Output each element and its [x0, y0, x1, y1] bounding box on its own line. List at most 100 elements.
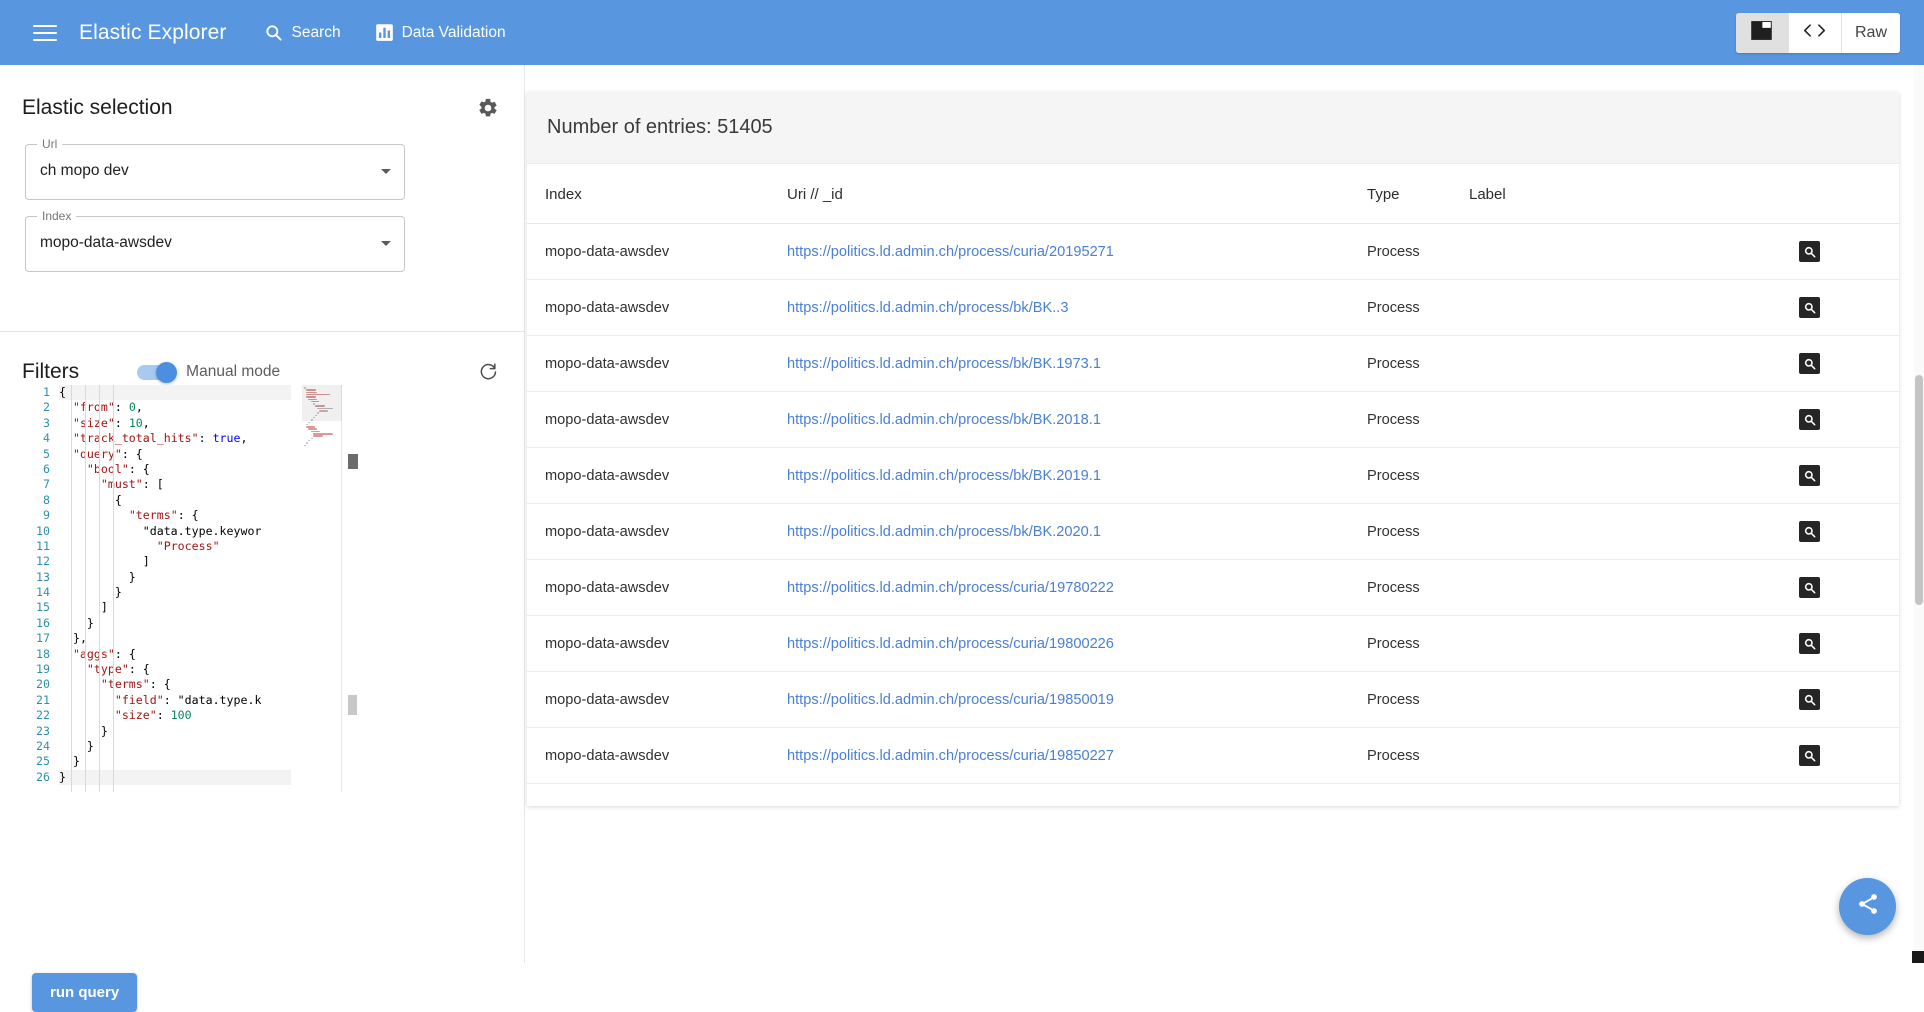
uri-link[interactable]: https://politics.ld.admin.ch/process/bk/… — [787, 300, 1068, 316]
code-line[interactable]: 14 } — [25, 585, 291, 600]
hamburger-menu-icon[interactable] — [33, 19, 61, 47]
minimap-line — [313, 435, 323, 437]
query-code-editor[interactable]: 1{2 "from": 0,3 "size": 10,4 "track_tota… — [25, 385, 291, 792]
uri-link[interactable]: https://politics.ld.admin.ch/process/cur… — [787, 692, 1114, 708]
index-select[interactable]: Index mopo-data-awsdev — [25, 216, 405, 272]
inspect-row-button[interactable] — [1799, 689, 1820, 710]
code-line-number: 26 — [25, 770, 59, 785]
code-line-number: 7 — [25, 477, 59, 492]
inspect-row-button[interactable] — [1799, 745, 1820, 766]
code-line-number: 14 — [25, 585, 59, 600]
page-scrollbar-thumb[interactable] — [1915, 375, 1923, 605]
code-line[interactable]: 13 } — [25, 570, 291, 585]
table-row[interactable]: mopo-data-awsdevhttps://politics.ld.admi… — [527, 728, 1899, 784]
code-line[interactable]: 8 { — [25, 493, 291, 508]
view-mode-code-button[interactable] — [1789, 13, 1842, 53]
share-fab-button[interactable] — [1839, 878, 1896, 935]
inspect-row-button[interactable] — [1799, 465, 1820, 486]
table-row[interactable]: mopo-data-awsdevhttps://politics.ld.admi… — [527, 672, 1899, 728]
code-line[interactable]: 9 "terms": { — [25, 508, 291, 523]
chevron-down-icon[interactable] — [381, 169, 391, 174]
column-header-index[interactable]: Index — [527, 164, 787, 224]
code-line[interactable]: 23 } — [25, 724, 291, 739]
uri-link[interactable]: https://politics.ld.admin.ch/process/cur… — [787, 636, 1114, 652]
url-select[interactable]: Url ch mopo dev — [25, 144, 405, 200]
table-row[interactable]: mopo-data-awsdevhttps://politics.ld.admi… — [527, 224, 1899, 280]
chevron-down-icon[interactable] — [381, 241, 391, 246]
inspect-row-button[interactable] — [1799, 297, 1820, 318]
filters-header: Filters Manual mode — [0, 355, 525, 389]
code-line[interactable]: 11 "Process" — [25, 539, 291, 554]
view-mode-panel-button[interactable] — [1736, 13, 1789, 53]
table-row[interactable]: mopo-data-awsdevhttps://politics.ld.admi… — [527, 392, 1899, 448]
code-line[interactable]: 26} — [25, 770, 291, 785]
table-row[interactable]: mopo-data-awsdevhttps://politics.ld.admi… — [527, 616, 1899, 672]
code-line[interactable]: 25 } — [25, 754, 291, 769]
inspect-row-button[interactable] — [1799, 577, 1820, 598]
cell-type: Process — [1367, 728, 1469, 784]
view-mode-raw-button[interactable]: Raw — [1842, 13, 1900, 53]
filters-title: Filters — [22, 360, 79, 384]
code-line[interactable]: 1{ — [25, 385, 291, 400]
code-line[interactable]: 15 ] — [25, 600, 291, 615]
cell-actions — [1799, 728, 1899, 784]
table-row[interactable]: mopo-data-awsdevhttps://politics.ld.admi… — [527, 504, 1899, 560]
uri-link[interactable]: https://politics.ld.admin.ch/process/bk/… — [787, 468, 1101, 484]
minimap-line — [308, 422, 310, 424]
code-line[interactable]: 3 "size": 10, — [25, 416, 291, 431]
column-header-type[interactable]: Type — [1367, 164, 1469, 224]
code-line[interactable]: 20 "terms": { — [25, 677, 291, 692]
code-line[interactable]: 16 } — [25, 616, 291, 631]
inspect-row-button[interactable] — [1799, 241, 1820, 262]
code-line[interactable]: 6 "bool": { — [25, 462, 291, 477]
inspect-row-button[interactable] — [1799, 521, 1820, 542]
uri-link[interactable]: https://politics.ld.admin.ch/process/cur… — [787, 244, 1114, 260]
cell-index: mopo-data-awsdev — [527, 336, 787, 392]
nav-item-data-validation[interactable]: Data Validation — [375, 23, 506, 42]
manual-mode-toggle[interactable]: Manual mode — [137, 363, 280, 381]
table-row[interactable]: mopo-data-awsdevhttps://politics.ld.admi… — [527, 560, 1899, 616]
editor-scrollbar-thumb[interactable] — [348, 695, 357, 715]
run-query-button[interactable]: run query — [32, 973, 137, 1012]
code-line[interactable]: 24 } — [25, 739, 291, 754]
code-line[interactable]: 7 "must": [ — [25, 477, 291, 492]
code-line[interactable]: 21 "field": "data.type.k — [25, 693, 291, 708]
manual-mode-switch[interactable] — [137, 365, 175, 380]
inspect-row-button[interactable] — [1799, 633, 1820, 654]
table-row[interactable]: mopo-data-awsdevhttps://politics.ld.admi… — [527, 336, 1899, 392]
gear-icon[interactable] — [473, 93, 503, 123]
elastic-selection-title: Elastic selection — [22, 96, 173, 120]
uri-link[interactable]: https://politics.ld.admin.ch/process/cur… — [787, 748, 1114, 764]
uri-link[interactable]: https://politics.ld.admin.ch/process/bk/… — [787, 356, 1101, 372]
editor-scrollbar[interactable] — [346, 385, 358, 792]
inspect-row-button[interactable] — [1799, 353, 1820, 374]
editor-minimap[interactable] — [302, 385, 342, 792]
refresh-icon[interactable] — [473, 357, 503, 387]
code-line[interactable]: 2 "from": 0, — [25, 400, 291, 415]
minimap-line — [308, 428, 317, 430]
code-line[interactable]: 12 ] — [25, 554, 291, 569]
code-line[interactable]: 4 "track_total_hits": true, — [25, 431, 291, 446]
uri-link[interactable]: https://politics.ld.admin.ch/process/bk/… — [787, 524, 1101, 540]
uri-link[interactable]: https://politics.ld.admin.ch/process/cur… — [787, 580, 1114, 596]
chart-bar-icon — [375, 23, 394, 42]
column-header-uri[interactable]: Uri // _id — [787, 164, 1367, 224]
code-line[interactable]: 10 "data.type.keywor — [25, 524, 291, 539]
nav-item-search[interactable]: Search — [264, 23, 340, 42]
inspect-row-button[interactable] — [1799, 409, 1820, 430]
code-line[interactable]: 17 }, — [25, 631, 291, 646]
cell-label — [1469, 392, 1799, 448]
code-line[interactable]: 18 "aggs": { — [25, 647, 291, 662]
code-line[interactable]: 5 "query": { — [25, 447, 291, 462]
minimap-slider[interactable] — [302, 385, 342, 421]
code-line[interactable]: 19 "type": { — [25, 662, 291, 677]
page-scrollbar[interactable] — [1914, 65, 1924, 963]
code-line[interactable]: 22 "size": 100 — [25, 708, 291, 723]
table-row[interactable]: mopo-data-awsdevhttps://politics.ld.admi… — [527, 280, 1899, 336]
uri-link[interactable]: https://politics.ld.admin.ch/process/bk/… — [787, 412, 1101, 428]
table-row[interactable]: mopo-data-awsdevhttps://politics.ld.admi… — [527, 448, 1899, 504]
cell-actions — [1799, 504, 1899, 560]
index-select-legend: Index — [37, 209, 76, 223]
table-header-row: Index Uri // _id Type Label — [527, 164, 1899, 224]
column-header-label[interactable]: Label — [1469, 164, 1799, 224]
